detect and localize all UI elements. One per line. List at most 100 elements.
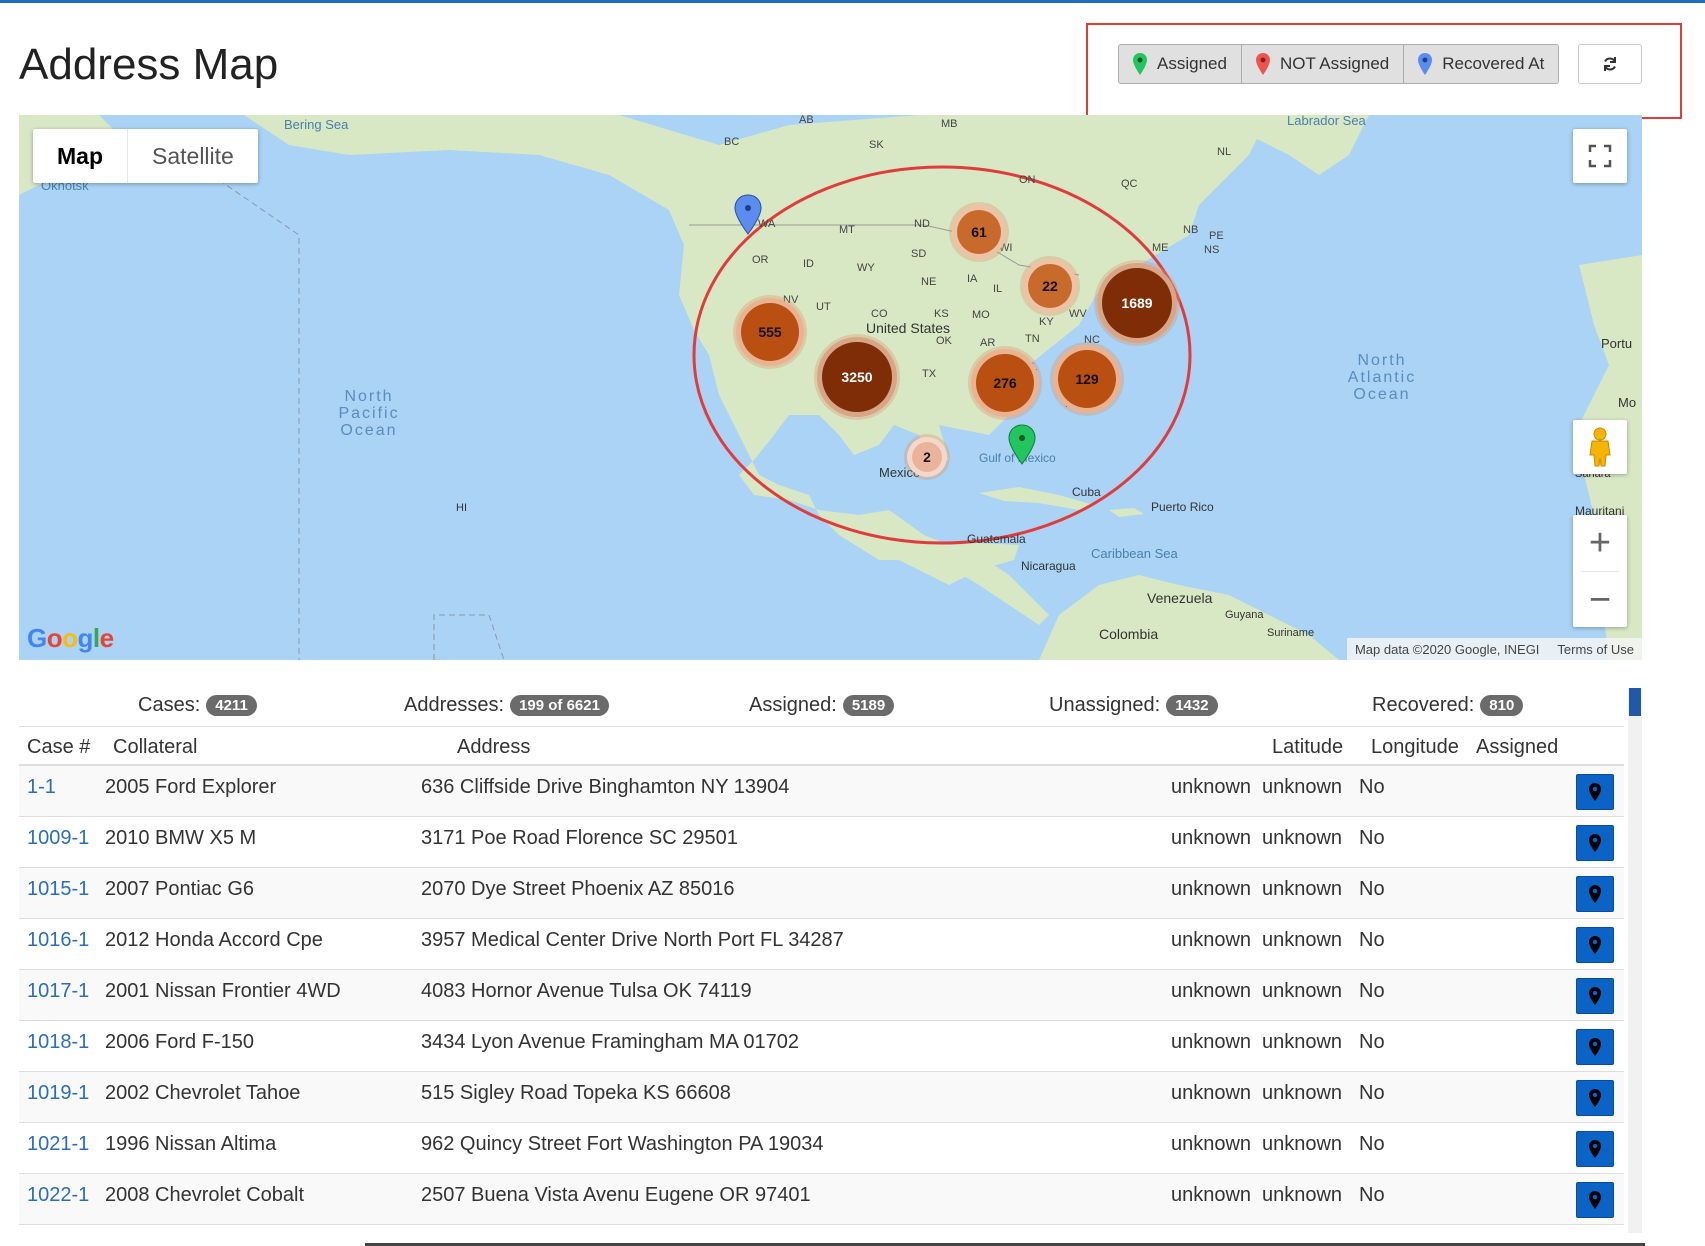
case-number-link[interactable]: 1018-1 [27,1031,89,1054]
state-label-ns: NS [1204,244,1219,256]
marker-cluster[interactable]: 1689 [1102,268,1172,338]
stat-recovered-label: Recovered: [1372,694,1475,716]
table-row: 1018-1 2006 Ford F-150 3434 Lyon Avenue Fr… [19,1021,1624,1072]
address-cell: 962 Quincy Street Fort Washington PA 190… [421,1133,824,1155]
marker-cluster[interactable]: 129 [1058,350,1116,408]
state-label-ia: IA [967,273,978,285]
assigned-cell: No [1359,1031,1385,1053]
label-labrador-sea: Labrador Sea [1287,115,1367,128]
state-label-wi: WI [999,242,1012,254]
state-label-wv: WV [1069,308,1087,320]
state-label-ar: AR [980,337,995,349]
case-number-link[interactable]: 1022-1 [27,1184,89,1207]
case-number-link[interactable]: 1009-1 [27,827,89,850]
locate-on-map-button[interactable] [1576,1131,1614,1167]
collateral-cell: 2006 Ford F-150 [105,1031,254,1053]
filter-assigned-button[interactable]: Assigned [1119,45,1242,83]
state-label-ab: AB [799,115,814,126]
case-number-link[interactable]: 1015-1 [27,878,89,901]
filter-not-assigned-label: NOT Assigned [1279,54,1390,73]
marker-cluster[interactable]: 276 [976,354,1034,412]
longitude-cell: unknown [1262,1082,1343,1104]
state-label-nl: NL [1217,146,1231,158]
marker-cluster[interactable]: 555 [741,303,799,361]
label-guatemala: Guatemala [967,532,1026,546]
state-label-mt: MT [839,224,855,236]
state-label-pe: PE [1209,230,1224,242]
case-number-link[interactable]: 1-1 [27,776,56,799]
map-type-map-button[interactable]: Map [33,129,128,183]
table-row: 1015-1 2007 Pontiac G6 2070 Dye Street Pho… [19,868,1624,919]
state-label-nc: NC [1084,334,1100,346]
label-united-states: United States [866,320,950,336]
terms-of-use-link[interactable]: Terms of Use [1557,642,1634,657]
street-view-pegman[interactable] [1573,420,1627,474]
refresh-button[interactable] [1578,44,1642,84]
zoom-out-button[interactable]: − [1573,572,1627,628]
label-nicaragua: Nicaragua [1021,559,1076,573]
longitude-cell: unknown [1262,929,1343,951]
map-marker-icon [1589,1140,1601,1158]
longitude-cell: unknown [1262,980,1343,1002]
header-case-number[interactable]: Case # [27,736,90,759]
fullscreen-button[interactable] [1573,129,1627,183]
state-label-wa: WA [758,218,776,230]
collateral-cell: 2002 Chevrolet Tahoe [105,1082,301,1104]
locate-on-map-button[interactable] [1576,825,1614,861]
header-address[interactable]: Address [457,736,530,759]
case-number-link[interactable]: 1016-1 [27,929,89,952]
address-cell: 636 Cliffside Drive Binghamton NY 13904 [421,776,790,798]
latitude-cell: unknown [1171,1184,1252,1206]
cluster-count: 276 [993,375,1017,391]
scrollbar-thumb[interactable] [1629,688,1641,716]
header-collateral[interactable]: Collateral [113,736,197,759]
locate-on-map-button[interactable] [1576,876,1614,912]
locate-on-map-button[interactable] [1576,1029,1614,1065]
case-number-link[interactable]: 1017-1 [27,980,89,1003]
filter-not-assigned-button[interactable]: NOT Assigned [1241,45,1405,83]
map-marker-icon [1589,885,1601,903]
table-scrollbar[interactable] [1628,688,1642,1233]
header-latitude[interactable]: Latitude [1272,736,1343,759]
label-bering-sea: Bering Sea [284,117,349,132]
map-marker-icon [1589,783,1601,801]
state-label-mb: MB [941,118,958,130]
address-map[interactable]: Bering Sea Okhotsk Labrador Sea Caribbea… [19,115,1642,660]
case-number-link[interactable]: 1019-1 [27,1082,89,1105]
state-label-nd: ND [914,218,930,230]
table-row: 1019-1 2002 Chevrolet Tahoe 515 Sigley Roa… [19,1072,1624,1123]
locate-on-map-button[interactable] [1576,1182,1614,1218]
collateral-cell: 2007 Pontiac G6 [105,878,254,900]
state-label-co: CO [871,308,888,320]
table-body: 1-1 2005 Ford Explorer 636 Cliffside Drive… [19,766,1624,1225]
locate-on-map-button[interactable] [1576,927,1614,963]
zoom-in-button[interactable]: + [1573,515,1627,571]
stat-cases: Cases: 4211 [138,694,257,717]
state-label-mo: MO [972,309,990,321]
address-cell: 2070 Dye Street Phoenix AZ 85016 [421,878,735,900]
marker-cluster[interactable]: 22 [1028,264,1072,308]
header-assigned[interactable]: Assigned [1476,736,1558,759]
header-longitude[interactable]: Longitude [1371,736,1459,759]
locate-on-map-button[interactable] [1576,774,1614,810]
assigned-cell: No [1359,776,1385,798]
map-type-satellite-button[interactable]: Satellite [128,129,258,183]
red-marker-icon [1255,53,1270,75]
marker-cluster[interactable]: 3250 [822,342,892,412]
assigned-cell: No [1359,827,1385,849]
svg-text:Pacific: Pacific [338,405,399,422]
table-row: 1-1 2005 Ford Explorer 636 Cliffside Drive… [19,766,1624,817]
marker-cluster[interactable]: 2 [912,442,942,472]
label-cuba: Cuba [1072,485,1101,499]
stat-assigned: Assigned: 5189 [749,694,895,717]
locate-on-map-button[interactable] [1576,978,1614,1014]
filter-recovered-at-button[interactable]: Recovered At [1404,45,1559,83]
locate-on-map-button[interactable] [1576,1080,1614,1116]
stat-assigned-badge: 5189 [842,695,895,716]
address-cell: 3434 Lyon Avenue Framingham MA 01702 [421,1031,800,1053]
marker-cluster[interactable]: 61 [957,210,1001,254]
case-number-link[interactable]: 1021-1 [27,1133,89,1156]
address-cell: 3957 Medical Center Drive North Port FL … [421,929,844,951]
map-marker-icon [1589,1191,1601,1209]
longitude-cell: unknown [1262,878,1343,900]
